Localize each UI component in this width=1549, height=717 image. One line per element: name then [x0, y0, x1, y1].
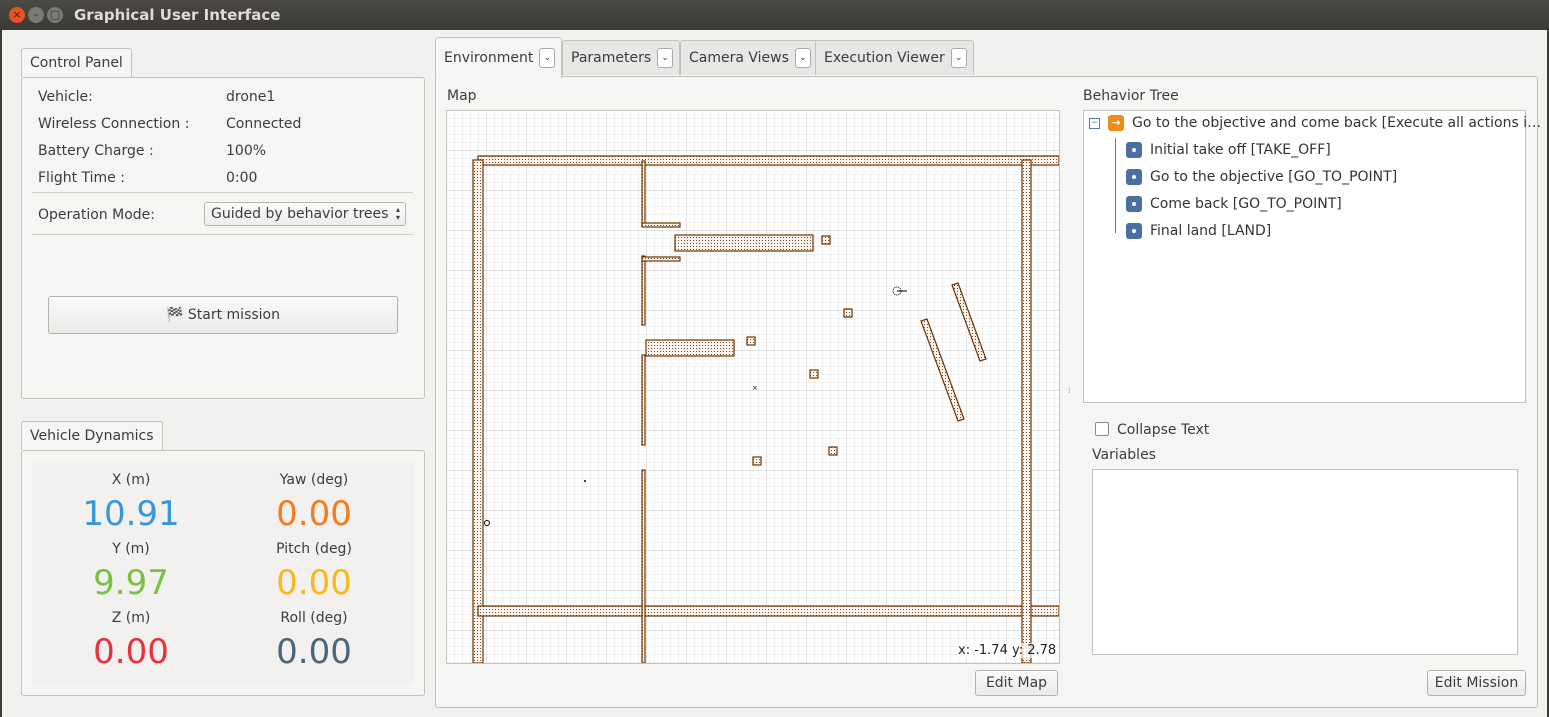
wireless-label: Wireless Connection :: [38, 116, 190, 132]
chevron-down-icon[interactable]: ⌄: [539, 48, 556, 68]
title-bar: × – □ Graphical User Interface: [0, 0, 1549, 30]
spinner-arrows-icon: ▴ ▾: [395, 205, 400, 222]
tree-root[interactable]: → Go to the objective and come back [Exec…: [1108, 115, 1541, 131]
tree-item[interactable]: Come back [GO_TO_POINT]: [1126, 196, 1342, 212]
point-marker: [584, 480, 586, 482]
checkered-flag-icon: 🏁: [166, 307, 184, 323]
tab-execution-viewer[interactable]: Execution Viewer ⌄: [815, 40, 974, 75]
edit-map-button[interactable]: Edit Map: [975, 670, 1058, 696]
tab-control-panel[interactable]: Control Panel: [21, 48, 132, 77]
x-value: 10.91: [82, 494, 180, 534]
collapse-toggle-icon[interactable]: −: [1089, 118, 1100, 129]
tab-environment[interactable]: Environment ⌄: [435, 37, 563, 78]
wall: [641, 222, 681, 228]
collapse-text-label: Collapse Text: [1117, 422, 1210, 438]
tab-label: Camera Views: [689, 50, 789, 66]
minimize-icon[interactable]: –: [28, 7, 44, 23]
tree-item-label: Final land [LAND]: [1150, 223, 1272, 239]
wireless-value: Connected: [226, 116, 302, 132]
point-marker: [484, 520, 490, 526]
vehicle-value: drone1: [226, 89, 276, 105]
behavior-tree-title: Behavior Tree: [1083, 88, 1179, 104]
arrow-right-icon: →: [1108, 115, 1124, 131]
wall: [641, 354, 646, 446]
tree-item-label: Initial take off [TAKE_OFF]: [1150, 142, 1331, 158]
tab-vehicle-dynamics[interactable]: Vehicle Dynamics: [21, 421, 163, 450]
flight-time-label: Flight Time :: [38, 170, 125, 186]
roll-value: 0.00: [276, 632, 352, 672]
obstacle: [645, 339, 735, 357]
wall: [477, 155, 1059, 166]
chevron-down-icon[interactable]: ⌄: [657, 48, 674, 68]
obstacle: [674, 234, 814, 252]
tab-label: Parameters: [571, 50, 652, 66]
tree-root-label: Go to the objective and come back [Execu…: [1132, 115, 1542, 131]
obstacle: [821, 235, 831, 245]
maximize-icon[interactable]: □: [47, 7, 63, 23]
wall: [472, 159, 484, 663]
tree-item[interactable]: Final land [LAND]: [1126, 223, 1271, 239]
chevron-down-icon[interactable]: ⌄: [794, 48, 811, 68]
battery-value: 100%: [226, 143, 267, 159]
variables-label: Variables: [1092, 447, 1156, 463]
operation-mode-select[interactable]: Guided by behavior trees ▴ ▾: [204, 202, 406, 226]
action-node-icon: [1126, 142, 1142, 158]
variables-view[interactable]: [1092, 469, 1518, 655]
yaw-label: Yaw (deg): [279, 472, 349, 488]
obstacle: [809, 369, 819, 379]
tab-parameters[interactable]: Parameters ⌄: [562, 40, 681, 75]
start-mission-button[interactable]: 🏁 Start mission: [48, 296, 398, 334]
z-label: Z (m): [111, 610, 151, 626]
vehicle-label: Vehicle:: [38, 89, 93, 105]
operation-mode-value: Guided by behavior trees: [211, 206, 389, 222]
x-label: X (m): [111, 472, 151, 488]
map-title: Map: [447, 88, 477, 104]
wall: [641, 469, 646, 663]
obstacle: [828, 446, 838, 456]
tab-label: Environment: [444, 50, 534, 66]
wall: [477, 605, 1059, 617]
obstacle: [843, 308, 853, 318]
close-icon[interactable]: ×: [9, 7, 25, 23]
tab-label: Execution Viewer: [824, 50, 945, 66]
z-value: 0.00: [93, 632, 169, 672]
yaw-value: 0.00: [276, 494, 352, 534]
obstacle: [746, 336, 756, 346]
obstacle: [752, 456, 762, 466]
divider: [32, 234, 413, 235]
waypoint-marker: ×: [752, 384, 758, 392]
tree-item-label: Come back [GO_TO_POINT]: [1150, 196, 1342, 212]
action-node-icon: [1126, 196, 1142, 212]
edit-mission-button[interactable]: Edit Mission: [1427, 670, 1526, 696]
y-label: Y (m): [112, 541, 150, 557]
map-coordinates: x: -1.74 y: 2.78: [958, 643, 1057, 658]
flight-time-value: 0:00: [226, 170, 258, 186]
start-mission-label: Start mission: [187, 307, 280, 323]
divider: [32, 192, 413, 193]
tree-item[interactable]: Initial take off [TAKE_OFF]: [1126, 142, 1331, 158]
y-value: 9.97: [93, 563, 169, 603]
roll-label: Roll (deg): [280, 610, 348, 626]
pitch-label: Pitch (deg): [276, 541, 352, 557]
map-canvas[interactable]: ×: [446, 110, 1060, 664]
wall: [641, 255, 646, 326]
splitter-handle[interactable]: ⁞: [1068, 386, 1071, 395]
action-node-icon: [1126, 169, 1142, 185]
tree-item-label: Go to the objective [GO_TO_POINT]: [1150, 169, 1398, 185]
wall: [641, 160, 646, 227]
window-title: Graphical User Interface: [74, 6, 281, 24]
battery-label: Battery Charge :: [38, 143, 154, 159]
wall: [1021, 159, 1032, 663]
wall: [641, 256, 681, 262]
chevron-down-icon[interactable]: ⌄: [950, 48, 967, 68]
operation-mode-label: Operation Mode:: [38, 207, 155, 223]
pitch-value: 0.00: [276, 563, 352, 603]
collapse-text-checkbox[interactable]: [1095, 422, 1109, 436]
action-node-icon: [1126, 223, 1142, 239]
tree-line: [1115, 138, 1116, 233]
tab-camera-views[interactable]: Camera Views ⌄: [680, 40, 818, 75]
tree-item[interactable]: Go to the objective [GO_TO_POINT]: [1126, 169, 1397, 185]
